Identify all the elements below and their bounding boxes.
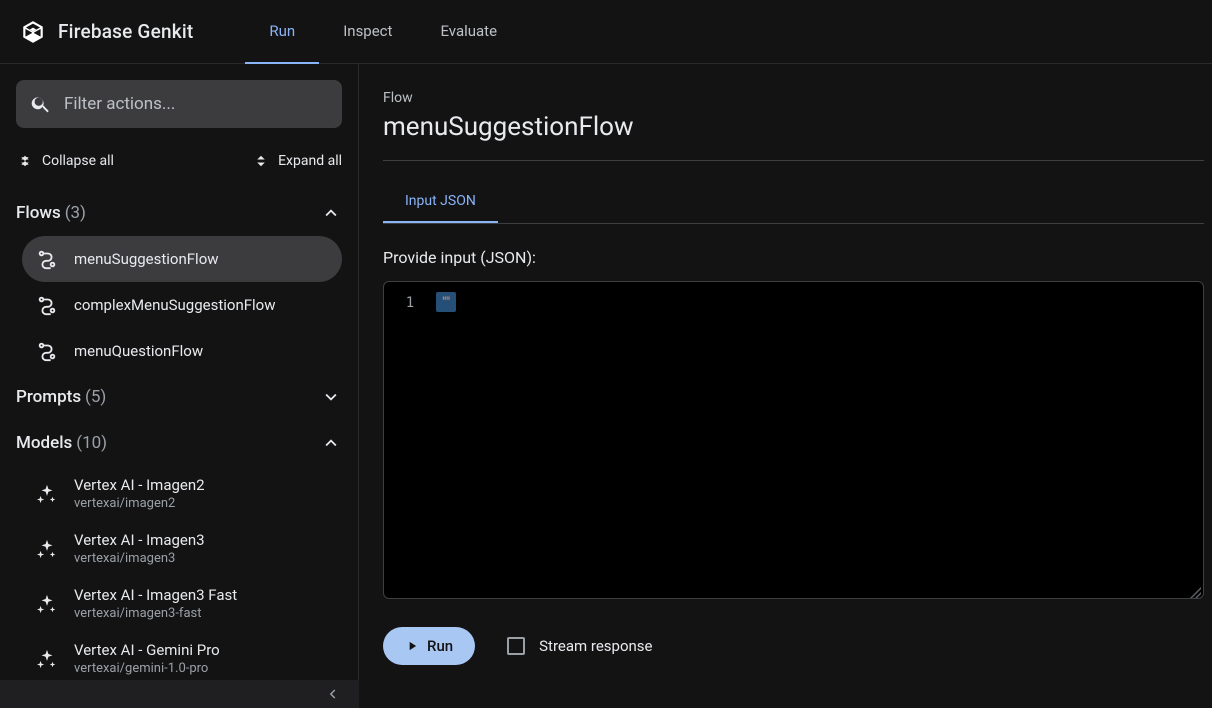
search-input[interactable] xyxy=(64,94,328,114)
page-title: menuSuggestionFlow xyxy=(383,112,1212,142)
collapse-expand-row: Collapse all Expand all xyxy=(16,144,342,178)
group-header-prompts[interactable]: Prompts (5) xyxy=(16,374,342,420)
collapse-icon xyxy=(16,152,34,170)
top-bar: Firebase Genkit Run Inspect Evaluate xyxy=(0,0,1212,64)
page-label: Flow xyxy=(383,90,1212,106)
flow-icon xyxy=(36,248,58,270)
tab-inspect[interactable]: Inspect xyxy=(319,0,416,64)
editor-gutter: 1 xyxy=(384,282,436,598)
model-id: vertexai/imagen3 xyxy=(74,551,205,566)
sidebar-item-model-imagen3[interactable]: Vertex AI - Imagen3 vertexai/imagen3 xyxy=(22,521,342,576)
model-id: vertexai/gemini-1.0-pro xyxy=(74,661,220,676)
input-label: Provide input (JSON): xyxy=(383,248,1212,267)
flow-item-label: menuSuggestionFlow xyxy=(74,250,219,268)
chevron-left-icon[interactable] xyxy=(323,685,341,703)
group-title-flows: Flows xyxy=(16,203,61,223)
model-title: Vertex AI - Imagen3 Fast xyxy=(74,586,237,604)
expand-all-label: Expand all xyxy=(278,153,342,169)
sparkle-icon xyxy=(36,538,58,560)
flow-item-label: menuQuestionFlow xyxy=(74,342,203,360)
subtab-input-json[interactable]: Input JSON xyxy=(383,181,498,223)
flow-icon xyxy=(36,340,58,362)
sparkle-icon xyxy=(36,648,58,670)
action-row: Run Stream response xyxy=(383,627,1212,665)
code-area[interactable]: "" xyxy=(436,282,1203,598)
stream-response-group: Stream response xyxy=(507,637,652,655)
main-content: Flow menuSuggestionFlow Input JSON Provi… xyxy=(359,64,1212,708)
tab-run[interactable]: Run xyxy=(245,0,319,64)
run-button-label: Run xyxy=(427,637,453,655)
search-input-wrap[interactable] xyxy=(16,80,342,128)
resize-handle[interactable] xyxy=(1189,584,1201,596)
json-input-editor[interactable]: 1 "" xyxy=(383,281,1204,599)
sidebar-item-complexMenuSuggestionFlow[interactable]: complexMenuSuggestionFlow xyxy=(22,282,342,328)
sparkle-icon xyxy=(36,483,58,505)
divider xyxy=(383,160,1204,161)
sidebar-item-model-imagen3-fast[interactable]: Vertex AI - Imagen3 Fast vertexai/imagen3… xyxy=(22,576,342,631)
stream-label: Stream response xyxy=(539,637,652,655)
line-number: 1 xyxy=(384,292,436,314)
model-id: vertexai/imagen3-fast xyxy=(74,606,237,621)
top-nav-tabs: Run Inspect Evaluate xyxy=(245,0,521,64)
chevron-up-icon xyxy=(320,202,342,224)
sidebar-item-model-imagen2[interactable]: Vertex AI - Imagen2 vertexai/imagen2 xyxy=(22,466,342,521)
run-button[interactable]: Run xyxy=(383,627,475,665)
sidebar-item-menuQuestionFlow[interactable]: menuQuestionFlow xyxy=(22,328,342,374)
tab-evaluate[interactable]: Evaluate xyxy=(416,0,521,64)
sparkle-icon xyxy=(36,593,58,615)
model-title: Vertex AI - Imagen2 xyxy=(74,476,205,494)
flow-icon xyxy=(36,294,58,316)
sidebar-bottom-strip xyxy=(0,680,359,708)
collapse-all-button[interactable]: Collapse all xyxy=(16,152,114,170)
play-icon xyxy=(405,639,419,653)
chevron-down-icon xyxy=(320,386,342,408)
subtabs: Input JSON xyxy=(383,181,1204,224)
brand-logo-group[interactable]: Firebase Genkit xyxy=(20,19,193,45)
group-header-flows[interactable]: Flows (3) xyxy=(16,190,342,236)
chevron-up-icon xyxy=(320,432,342,454)
collapse-all-label: Collapse all xyxy=(42,153,114,169)
group-count-flows: (3) xyxy=(65,203,86,223)
group-header-models[interactable]: Models (10) xyxy=(16,420,342,466)
stream-checkbox[interactable] xyxy=(507,637,525,655)
group-title-prompts: Prompts xyxy=(16,387,81,407)
group-title-models: Models xyxy=(16,433,72,453)
model-title: Vertex AI - Imagen3 xyxy=(74,531,205,549)
flow-item-label: complexMenuSuggestionFlow xyxy=(74,296,276,314)
code-text: "" xyxy=(442,295,450,311)
group-count-prompts: (5) xyxy=(85,387,106,407)
expand-all-button[interactable]: Expand all xyxy=(252,152,342,170)
sidebar: Collapse all Expand all Flows (3) menuSu… xyxy=(0,64,359,708)
expand-icon xyxy=(252,152,270,170)
genkit-logo-icon xyxy=(20,19,46,45)
brand-text: Firebase Genkit xyxy=(58,20,193,43)
group-count-models: (10) xyxy=(76,433,107,453)
model-title: Vertex AI - Gemini Pro xyxy=(74,641,220,659)
model-id: vertexai/imagen2 xyxy=(74,496,205,511)
search-icon xyxy=(30,93,52,115)
sidebar-item-model-gemini-pro[interactable]: Vertex AI - Gemini Pro vertexai/gemini-1.… xyxy=(22,631,342,686)
sidebar-item-menuSuggestionFlow[interactable]: menuSuggestionFlow xyxy=(22,236,342,282)
